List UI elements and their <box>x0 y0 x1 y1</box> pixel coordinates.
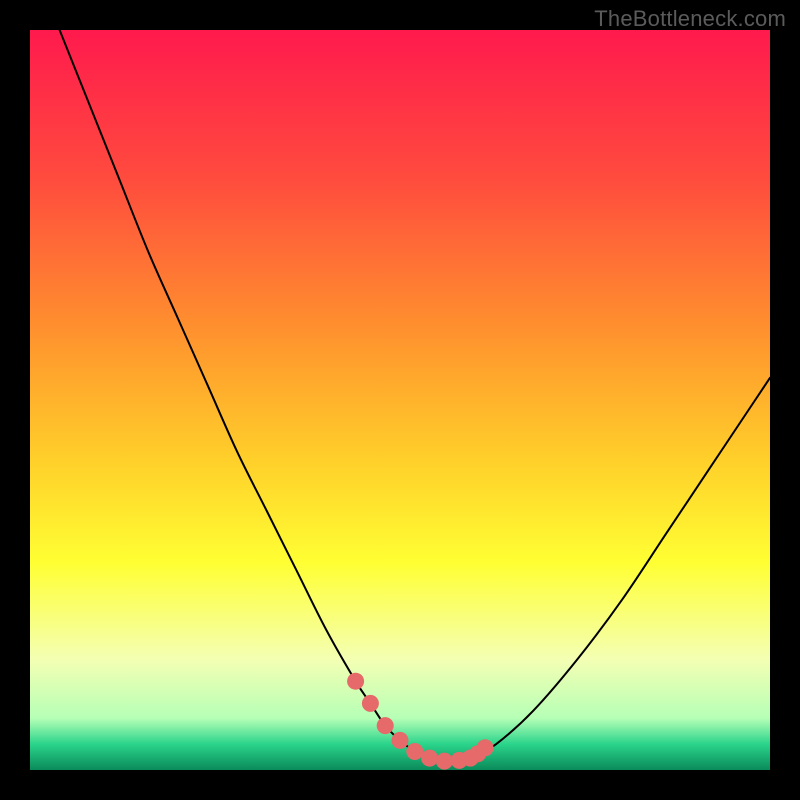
highlight-point <box>377 717 394 734</box>
bottleneck-curve <box>60 30 770 761</box>
highlight-point <box>436 753 453 770</box>
highlight-point <box>406 743 423 760</box>
plot-area <box>30 30 770 770</box>
curve-layer <box>30 30 770 770</box>
watermark-text: TheBottleneck.com <box>594 6 786 32</box>
highlight-point <box>362 695 379 712</box>
highlight-markers <box>347 673 494 770</box>
highlight-point <box>391 732 408 749</box>
outer-frame: TheBottleneck.com <box>0 0 800 800</box>
highlight-point <box>477 739 494 756</box>
highlight-point <box>347 673 364 690</box>
highlight-point <box>421 750 438 767</box>
